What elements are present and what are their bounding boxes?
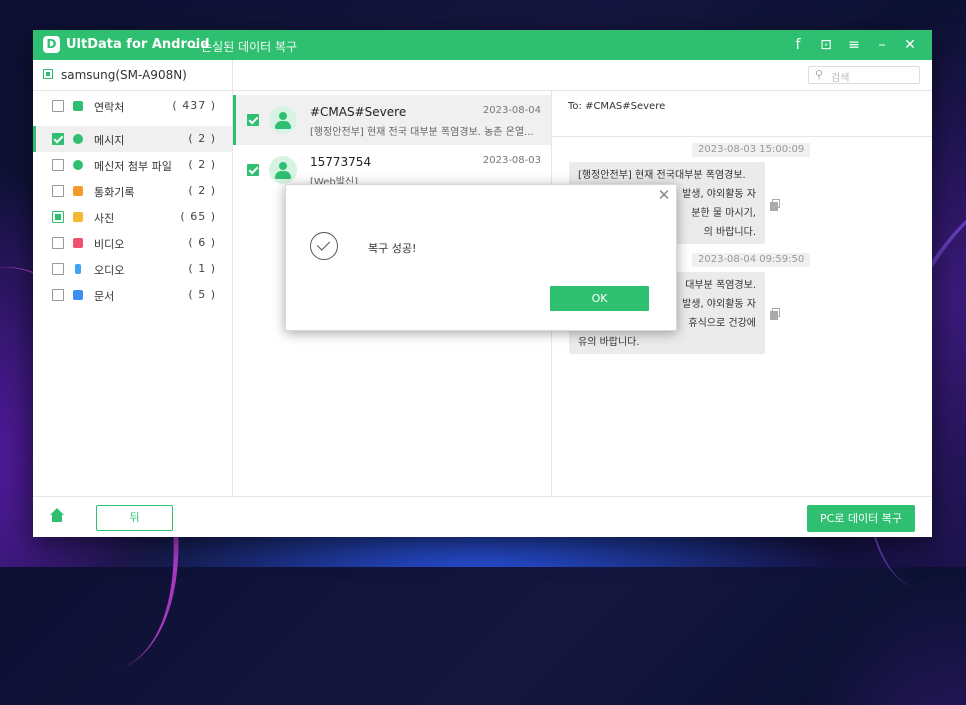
recover-to-pc-button[interactable]: PC로 데이터 복구 — [807, 505, 915, 532]
footer-bar: 뒤 PC로 데이터 복구 — [33, 496, 932, 537]
titlebar-controls: f ⊡ ≡ – ✕ — [784, 30, 924, 60]
dialog-message: 복구 성공! — [368, 242, 417, 255]
sidebar-item-label: 연락처 — [94, 101, 125, 114]
sidebar-item-photos[interactable]: 사진 ( 65 ) — [33, 204, 232, 230]
search-icon: ⚲ — [815, 68, 824, 81]
bubble-line: [행정안전부] 현재 전국대부분 폭염경보. — [578, 170, 746, 181]
item-count: ( 5 ) — [188, 288, 216, 301]
ok-button[interactable]: OK — [550, 286, 649, 311]
copy-icon[interactable] — [770, 199, 782, 211]
attachment-icon — [73, 160, 83, 170]
item-count: ( 2 ) — [188, 184, 216, 197]
bubble-line: 유의 바랍니다. — [578, 337, 640, 348]
device-bar: samsung(SM-A908N) ⚲ 검색 — [33, 60, 932, 91]
message-timestamp: 2023-08-04 09:59:50 — [692, 253, 811, 267]
item-count: ( 1 ) — [188, 262, 216, 275]
checkbox[interactable] — [247, 164, 259, 176]
item-count: ( 2 ) — [188, 158, 216, 171]
message-date: 2023-08-04 — [482, 105, 541, 116]
sidebar-item-documents[interactable]: 문서 ( 5 ) — [33, 282, 232, 308]
item-count: ( 65 ) — [180, 210, 216, 223]
document-icon — [73, 290, 83, 300]
checkbox[interactable] — [52, 289, 64, 301]
feedback-icon[interactable]: ⊡ — [812, 37, 840, 53]
message-icon — [73, 134, 83, 144]
success-check-icon — [310, 232, 338, 260]
checkbox[interactable] — [247, 114, 259, 126]
device-checkbox[interactable] — [43, 69, 53, 79]
facebook-icon[interactable]: f — [784, 37, 812, 53]
copy-icon[interactable] — [770, 308, 782, 320]
sidebar-item-contacts[interactable]: 연락처 ( 437 ) — [33, 93, 232, 119]
checkbox[interactable] — [52, 185, 64, 197]
menu-icon[interactable]: ≡ — [840, 37, 868, 53]
checkbox[interactable] — [52, 211, 64, 223]
sidebar-item-call-log[interactable]: 통화기록 ( 2 ) — [33, 178, 232, 204]
success-dialog: ✕ 복구 성공! OK — [285, 184, 677, 331]
sidebar-item-label: 사진 — [94, 212, 115, 225]
checkbox[interactable] — [52, 237, 64, 249]
photo-icon — [73, 212, 83, 222]
message-timestamp: 2023-08-03 15:00:09 — [692, 143, 811, 157]
sidebar-item-label: 오디오 — [94, 264, 125, 277]
contacts-icon — [73, 101, 83, 111]
sidebar-item-messages[interactable]: 메시지 ( 2 ) — [33, 126, 232, 152]
sidebar-item-label: 통화기록 — [94, 186, 135, 199]
device-name: samsung(SM-A908N) — [61, 68, 187, 82]
divider — [552, 136, 932, 137]
item-count: ( 437 ) — [172, 99, 216, 112]
category-sidebar: 연락처 ( 437 ) 메시지 ( 2 ) 메신저 첨부 파일 ( 2 ) 통화… — [33, 91, 233, 496]
sidebar-item-attachments[interactable]: 메신저 첨부 파일 ( 2 ) — [33, 152, 232, 178]
recipient-line: To: #CMAS#Severe — [568, 101, 666, 112]
item-count: ( 6 ) — [188, 236, 216, 249]
app-subtitle: - 손실된 데이터 복구 — [193, 40, 298, 54]
app-name: UltData for Android — [66, 37, 210, 52]
dialog-close-icon[interactable]: ✕ — [656, 186, 672, 204]
close-icon[interactable]: ✕ — [896, 37, 924, 53]
checkbox[interactable] — [52, 159, 64, 171]
sidebar-item-audio[interactable]: 오디오 ( 1 ) — [33, 256, 232, 282]
audio-icon — [75, 264, 81, 274]
app-logo-icon: D — [43, 36, 60, 53]
message-preview: [행정안전부] 현재 전국 대부분 폭염경보. 농촌 온열... — [310, 127, 534, 138]
sidebar-item-label: 문서 — [94, 290, 115, 303]
device-selector[interactable]: samsung(SM-A908N) — [33, 60, 233, 90]
title-bar: D UltData for Android - 손실된 데이터 복구 f ⊡ ≡… — [33, 30, 932, 60]
checkbox[interactable] — [52, 263, 64, 275]
message-date: 2023-08-03 — [482, 155, 541, 166]
search-input[interactable]: ⚲ 검색 — [808, 66, 920, 84]
checkbox[interactable] — [52, 100, 64, 112]
sidebar-item-label: 비디오 — [94, 238, 125, 251]
message-sender: #CMAS#Severe — [310, 105, 407, 119]
search-placeholder: 검색 — [831, 73, 850, 84]
home-icon[interactable] — [49, 508, 65, 524]
sidebar-item-label: 메시지 — [94, 134, 125, 147]
sidebar-item-videos[interactable]: 비디오 ( 6 ) — [33, 230, 232, 256]
avatar-icon — [269, 156, 297, 184]
back-button[interactable]: 뒤 — [96, 505, 173, 531]
video-icon — [73, 238, 83, 248]
call-log-icon — [73, 186, 83, 196]
checkbox[interactable] — [52, 133, 64, 145]
message-sender: 15773754 — [310, 155, 372, 169]
item-count: ( 2 ) — [188, 132, 216, 145]
sidebar-item-label: 메신저 첨부 파일 — [94, 160, 172, 173]
list-item[interactable]: #CMAS#Severe 2023-08-04 [행정안전부] 현재 전국 대부… — [233, 95, 551, 145]
minimize-icon[interactable]: – — [868, 37, 896, 53]
avatar-icon — [269, 106, 297, 134]
